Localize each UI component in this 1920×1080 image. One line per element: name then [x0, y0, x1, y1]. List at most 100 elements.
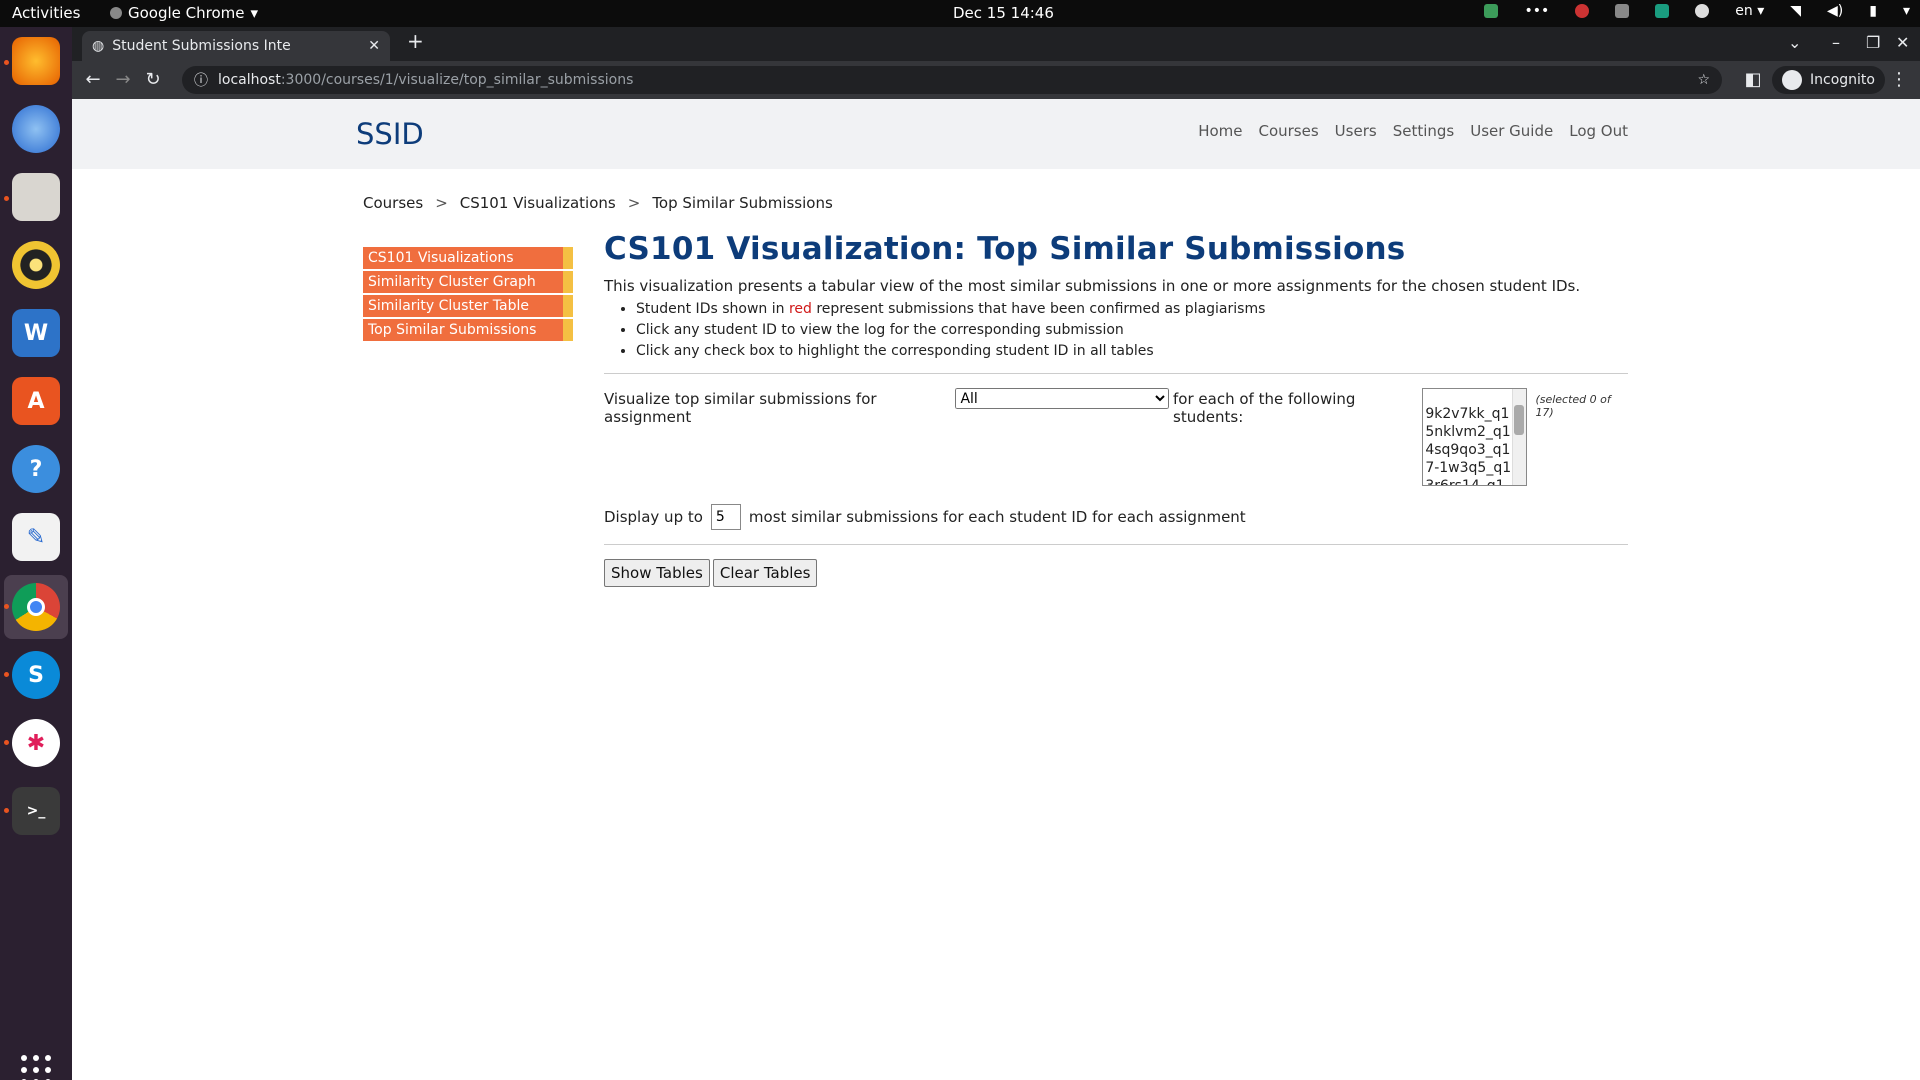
app-menu[interactable]: Google Chrome ▾ — [110, 4, 258, 22]
rhythmbox-icon[interactable] — [12, 241, 60, 289]
breadcrumb: Courses > CS101 Visualizations > Top Sim… — [363, 194, 833, 212]
breadcrumb-cs101-visualizations[interactable]: CS101 Visualizations — [460, 194, 616, 212]
incognito-icon — [1782, 70, 1802, 90]
red-word: red — [788, 301, 812, 317]
chevron-down-icon: ▾ — [250, 4, 259, 22]
side-panel-icon[interactable]: ◧ — [1740, 67, 1766, 93]
student-option[interactable]: 5nklvm2_q1 — [1425, 423, 1524, 441]
sidebar: CS101 Visualizations Similarity Cluster … — [363, 247, 573, 343]
instructions-list: Student IDs shown in red represent submi… — [636, 301, 1628, 359]
student-option[interactable]: 9k2v7kk_q1 — [1425, 405, 1524, 423]
visualize-form-row: Visualize top similar submissions for as… — [604, 388, 1628, 486]
nav-log-out[interactable]: Log Out — [1569, 122, 1628, 140]
display-count-row: Display up to most similar submissions f… — [604, 504, 1628, 530]
libreoffice-writer-icon[interactable]: W — [12, 309, 60, 357]
scrollbar-thumb[interactable] — [1514, 405, 1525, 435]
skype-icon[interactable]: S — [12, 651, 60, 699]
site-brand[interactable]: SSID — [356, 117, 424, 151]
terminal-icon[interactable]: >_ — [12, 787, 60, 835]
files-icon[interactable] — [12, 173, 60, 221]
app-menu-label: Google Chrome — [128, 4, 245, 22]
back-icon[interactable]: ← — [80, 67, 106, 93]
help-icon[interactable]: ? — [12, 445, 60, 493]
student-option[interactable]: 7-1w3q5_q1 — [1425, 459, 1524, 477]
main-content: CS101 Visualization: Top Similar Submiss… — [604, 231, 1628, 587]
reload-icon[interactable]: ↻ — [140, 67, 166, 93]
thunderbird-icon[interactable] — [12, 105, 60, 153]
maximize-icon[interactable]: ❐ — [1866, 33, 1880, 52]
divider — [604, 544, 1628, 545]
instruction-text: represent submissions that have been con… — [811, 301, 1266, 317]
page-title: CS101 Visualization: Top Similar Submiss… — [604, 231, 1406, 267]
info-icon: ⓘ — [194, 73, 208, 89]
clear-tables-button[interactable]: Clear Tables — [712, 559, 818, 587]
nav-users[interactable]: Users — [1335, 122, 1377, 140]
scrollbar[interactable] — [1512, 389, 1527, 485]
url-host: localhost — [218, 72, 281, 88]
forward-icon[interactable]: → — [110, 67, 136, 93]
system-tray[interactable]: ••• en ▾ ◥ ◀) ▮ ▾ — [1484, 3, 1910, 19]
globe-icon: ◍ — [92, 38, 105, 54]
close-tab-icon[interactable]: ✕ — [368, 38, 380, 54]
student-option[interactable]: 3r6rs14_q1 — [1425, 477, 1524, 485]
nav-user-guide[interactable]: User Guide — [1470, 122, 1553, 140]
breadcrumb-separator: > — [627, 194, 641, 212]
nav-home[interactable]: Home — [1198, 122, 1242, 140]
assignment-select[interactable]: All — [955, 388, 1170, 409]
browser-toolbar: ← → ↻ ⓘ localhost:3000/courses/1/visuali… — [72, 61, 1920, 99]
shield-icon — [1484, 4, 1499, 18]
display-count-input[interactable] — [710, 504, 741, 530]
sidebar-item-similarity-cluster-table[interactable]: Similarity Cluster Table — [363, 295, 573, 317]
running-indicator — [4, 808, 9, 813]
close-window-icon[interactable]: ✕ — [1896, 33, 1909, 52]
chrome-icon-center — [27, 598, 45, 616]
browser-tab[interactable]: ◍ Student Submissions Inte ✕ — [82, 31, 390, 61]
breadcrumb-courses[interactable]: Courses — [363, 194, 423, 212]
main-nav: Home Courses Users Settings User Guide L… — [1198, 122, 1628, 140]
running-indicator — [4, 604, 9, 609]
language-label: en — [1735, 3, 1753, 19]
show-tables-button[interactable]: Show Tables — [604, 559, 710, 587]
display-post-label: most similar submissions for each studen… — [748, 508, 1246, 526]
bookmark-star-icon[interactable]: ☆ — [1697, 72, 1710, 88]
activities-button[interactable]: Activities — [12, 4, 80, 22]
running-indicator — [4, 672, 9, 677]
chevron-down-icon: ▾ — [1902, 3, 1910, 19]
incognito-indicator[interactable]: Incognito — [1772, 66, 1885, 94]
new-tab-button[interactable]: + — [407, 29, 424, 53]
running-indicator — [4, 60, 9, 65]
chat-tray-icon — [1695, 4, 1710, 18]
slack-tray-icon — [1615, 4, 1630, 18]
clock[interactable]: Dec 15 14:46 — [953, 4, 1054, 22]
student-option[interactable]: 4sq9qo3_q1 — [1425, 441, 1524, 459]
text-editor-icon[interactable]: ✎ — [12, 513, 60, 561]
chrome-app-icon — [110, 7, 122, 19]
browser-menu-icon[interactable]: ⋮ — [1886, 67, 1912, 93]
running-indicator — [4, 740, 9, 745]
nav-settings[interactable]: Settings — [1393, 122, 1455, 140]
sidebar-item-cs101-visualizations[interactable]: CS101 Visualizations — [363, 247, 573, 269]
slack-icon[interactable]: ✱ — [12, 719, 60, 767]
display-pre-label: Display up to — [604, 508, 703, 526]
instruction-item: Student IDs shown in red represent submi… — [636, 301, 1628, 317]
firefox-icon[interactable] — [12, 37, 60, 85]
instruction-text: Student IDs shown in — [636, 301, 789, 317]
chrome-icon[interactable] — [12, 583, 60, 631]
nav-courses[interactable]: Courses — [1258, 122, 1318, 140]
language-indicator[interactable]: en ▾ — [1735, 3, 1764, 19]
sidebar-item-top-similar-submissions[interactable]: Top Similar Submissions — [363, 319, 573, 341]
selection-count: (selected 0 of 17) — [1535, 393, 1611, 419]
url-path: :3000/courses/1/visualize/top_similar_su… — [280, 72, 634, 88]
show-applications-icon[interactable] — [21, 1055, 51, 1080]
tab-strip: ◍ Student Submissions Inte ✕ + ⌄ – ❐ ✕ — [72, 27, 1920, 61]
sidebar-item-similarity-cluster-graph[interactable]: Similarity Cluster Graph — [363, 271, 573, 293]
running-indicator — [4, 196, 9, 201]
tab-title: Student Submissions Inte — [112, 38, 291, 54]
address-bar[interactable]: ⓘ localhost:3000/courses/1/visualize/top… — [182, 66, 1722, 94]
minimize-icon[interactable]: – — [1832, 33, 1840, 52]
student-multiselect[interactable]: 9k2v7kk_q1 5nklvm2_q1 4sq9qo3_q1 7-1w3q5… — [1422, 388, 1528, 486]
dock: W A ? ✎ S ✱ >_ — [0, 27, 72, 1080]
tab-search-icon[interactable]: ⌄ — [1788, 33, 1801, 52]
instruction-item: Click any student ID to view the log for… — [636, 322, 1628, 338]
software-center-icon[interactable]: A — [12, 377, 60, 425]
